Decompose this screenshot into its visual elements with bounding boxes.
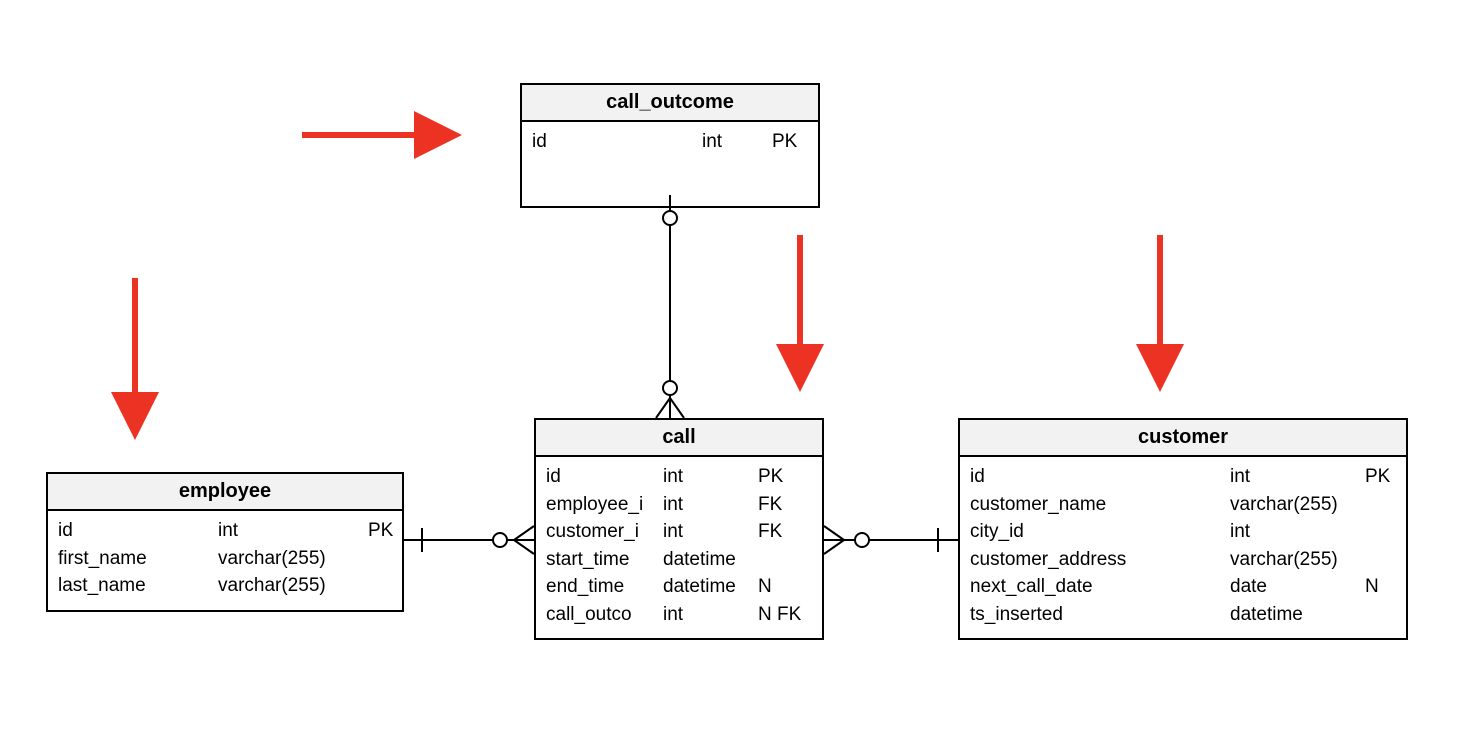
entity-call-outcome: call_outcome id int PK	[520, 83, 820, 208]
table-row: next_call_date date N	[970, 573, 1396, 601]
column-key: PK	[1365, 463, 1400, 491]
rel-employee-to-call	[404, 526, 534, 554]
entity-header: call	[536, 420, 822, 457]
column-key	[1365, 518, 1400, 546]
table-row: call_outco int N FK	[546, 601, 812, 629]
column-type: varchar(255)	[1230, 546, 1365, 574]
column-type: int	[1230, 518, 1365, 546]
column-name: id	[970, 463, 1230, 491]
column-name: id	[532, 128, 702, 156]
column-name: customer_i	[546, 518, 663, 546]
column-name: customer_name	[970, 491, 1230, 519]
column-name: first_name	[58, 545, 218, 573]
column-name: call_outco	[546, 601, 663, 629]
column-key	[758, 546, 813, 574]
column-key: FK	[758, 518, 813, 546]
table-row: start_time datetime	[546, 546, 812, 574]
rel-call-outcome-to-call	[656, 195, 684, 418]
column-key: N	[1365, 573, 1400, 601]
column-name: last_name	[58, 572, 218, 600]
column-type: int	[218, 517, 368, 545]
table-row: id int PK	[970, 463, 1396, 491]
column-key: N	[758, 573, 813, 601]
column-type: int	[663, 463, 758, 491]
column-type: datetime	[663, 546, 758, 574]
entity-employee: employee id int PK first_name varchar(25…	[46, 472, 404, 612]
entity-header: call_outcome	[522, 85, 818, 122]
column-key: N FK	[758, 601, 813, 629]
column-name: employee_i	[546, 491, 663, 519]
entity-call: call id int PK employee_i int FK custome…	[534, 418, 824, 640]
column-type: int	[663, 491, 758, 519]
column-name: next_call_date	[970, 573, 1230, 601]
entity-header: customer	[960, 420, 1406, 457]
entity-body: id int PK first_name varchar(255) last_n…	[48, 511, 402, 610]
column-type: varchar(255)	[1230, 491, 1365, 519]
column-type: int	[663, 518, 758, 546]
entity-customer: customer id int PK customer_name varchar…	[958, 418, 1408, 640]
entity-body: id int PK	[522, 122, 818, 206]
column-name: ts_inserted	[970, 601, 1230, 629]
table-row: end_time datetime N	[546, 573, 812, 601]
table-row: customer_address varchar(255)	[970, 546, 1396, 574]
column-name: customer_address	[970, 546, 1230, 574]
table-row: last_name varchar(255)	[58, 572, 392, 600]
column-type: int	[702, 128, 772, 156]
table-row: id int PK	[532, 128, 808, 156]
column-name: start_time	[546, 546, 663, 574]
column-type: int	[1230, 463, 1365, 491]
column-type: varchar(255)	[218, 572, 368, 600]
entity-body: id int PK customer_name varchar(255) cit…	[960, 457, 1406, 638]
column-key: FK	[758, 491, 813, 519]
column-type: datetime	[1230, 601, 1365, 629]
column-key: PK	[368, 517, 398, 545]
rel-call-to-customer	[824, 526, 958, 554]
table-row: id int PK	[546, 463, 812, 491]
entity-body: id int PK employee_i int FK customer_i i…	[536, 457, 822, 638]
table-row: customer_name varchar(255)	[970, 491, 1396, 519]
table-row: first_name varchar(255)	[58, 545, 392, 573]
column-type: date	[1230, 573, 1365, 601]
table-row: id int PK	[58, 517, 392, 545]
column-type: varchar(255)	[218, 545, 368, 573]
column-type: int	[663, 601, 758, 629]
table-row: customer_i int FK	[546, 518, 812, 546]
column-name: city_id	[970, 518, 1230, 546]
column-key	[1365, 601, 1400, 629]
column-key	[368, 572, 398, 600]
column-key	[1365, 546, 1400, 574]
table-row: city_id int	[970, 518, 1396, 546]
column-key: PK	[772, 128, 812, 156]
column-name: id	[58, 517, 218, 545]
entity-header: employee	[48, 474, 402, 511]
column-type: datetime	[663, 573, 758, 601]
table-row: employee_i int FK	[546, 491, 812, 519]
column-name: end_time	[546, 573, 663, 601]
column-key: PK	[758, 463, 813, 491]
table-row: ts_inserted datetime	[970, 601, 1396, 629]
column-key	[1365, 491, 1400, 519]
column-name: id	[546, 463, 663, 491]
column-key	[368, 545, 398, 573]
